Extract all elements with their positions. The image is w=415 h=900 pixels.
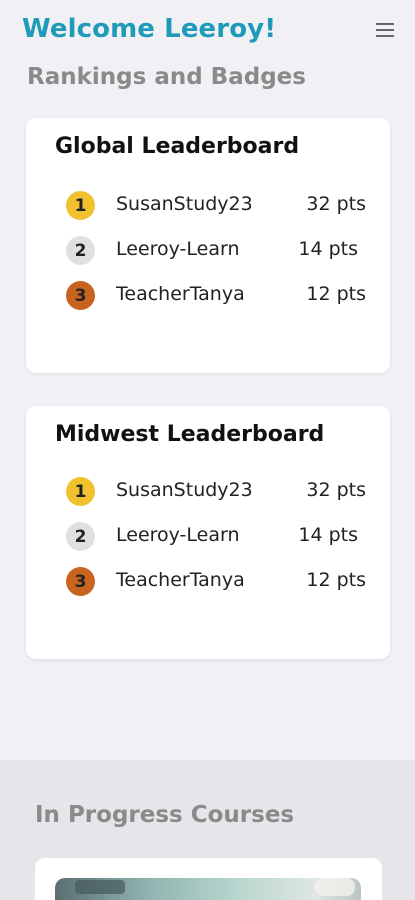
in-progress-courses-section: In Progress Courses — [0, 760, 415, 900]
leaderboard-title: Midwest Leaderboard — [55, 422, 325, 447]
leaderboard-row: 3 TeacherTanya 12 pts — [26, 566, 390, 596]
leaderboard-row: 2 Leeroy-Learn 14 pts — [26, 235, 390, 265]
player-name: SusanStudy23 — [116, 479, 253, 501]
app-screen: Welcome Leeroy! Rankings and Badges Glob… — [0, 0, 415, 900]
player-points: 32 pts — [306, 193, 366, 215]
silver-medal-icon: 2 — [66, 236, 95, 265]
player-points: 12 pts — [306, 283, 366, 305]
player-points: 32 pts — [306, 479, 366, 501]
player-points: 14 pts — [298, 238, 358, 260]
leaderboard-row: 1 SusanStudy23 32 pts — [26, 476, 390, 506]
player-points: 12 pts — [306, 569, 366, 591]
leaderboard-row: 2 Leeroy-Learn 14 pts — [26, 521, 390, 551]
course-thumbnail-image[interactable] — [55, 878, 361, 900]
silver-medal-icon: 2 — [66, 522, 95, 551]
hamburger-menu-icon[interactable] — [374, 21, 396, 39]
midwest-leaderboard-card: Midwest Leaderboard 1 SusanStudy23 32 pt… — [26, 406, 390, 659]
leaderboard-row: 1 SusanStudy23 32 pts — [26, 190, 390, 220]
header: Welcome Leeroy! — [0, 0, 415, 60]
course-card[interactable] — [35, 858, 382, 900]
player-name: Leeroy-Learn — [116, 238, 240, 260]
bronze-medal-icon: 3 — [66, 567, 95, 596]
leaderboard-row: 3 TeacherTanya 12 pts — [26, 280, 390, 310]
gold-medal-icon: 1 — [66, 477, 95, 506]
player-name: TeacherTanya — [116, 569, 245, 591]
leaderboard-title: Global Leaderboard — [55, 134, 300, 159]
player-points: 14 pts — [298, 524, 358, 546]
welcome-title: Welcome Leeroy! — [22, 14, 277, 44]
player-name: SusanStudy23 — [116, 193, 253, 215]
gold-medal-icon: 1 — [66, 191, 95, 220]
player-name: Leeroy-Learn — [116, 524, 240, 546]
global-leaderboard-card: Global Leaderboard 1 SusanStudy23 32 pts… — [26, 118, 390, 373]
bronze-medal-icon: 3 — [66, 281, 95, 310]
rankings-section-title: Rankings and Badges — [27, 64, 306, 90]
courses-section-title: In Progress Courses — [35, 802, 295, 828]
player-name: TeacherTanya — [116, 283, 245, 305]
